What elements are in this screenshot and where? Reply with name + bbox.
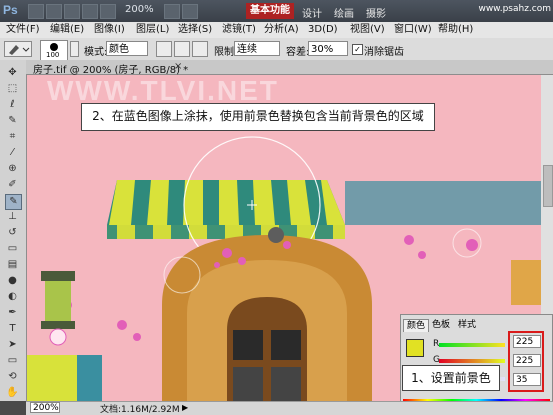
site-watermark: www.psahz.com [478, 4, 551, 14]
close-tab-icon[interactable]: × [174, 61, 182, 72]
tolerance-label: 容差: [286, 47, 310, 58]
brush-tool-icon[interactable]: ✐ [5, 178, 20, 192]
workspace-essentials-button[interactable]: 基本功能 [246, 3, 294, 19]
brush-dropdown-arrow[interactable] [70, 41, 79, 57]
workspace-tab-photography[interactable]: 摄影 [366, 5, 386, 20]
pen-tool-icon[interactable]: ✒ [5, 306, 20, 320]
menu-image[interactable]: 图像(I) [94, 22, 125, 38]
foreground-color-swatch[interactable] [406, 339, 424, 357]
lamp-image [41, 271, 75, 346]
hand-icon[interactable] [82, 4, 98, 19]
brush-size: 100 [46, 51, 60, 59]
hand-tool-icon[interactable]: ✋ [5, 386, 20, 400]
tolerance-input[interactable]: 30% [308, 41, 348, 56]
document-tab[interactable]: 房子.tif @ 200% (房子, RGB/8) * [33, 61, 188, 76]
move-tool-icon[interactable]: ✥ [5, 66, 20, 80]
scrollbar-thumb[interactable] [543, 165, 553, 207]
channel-r-slider[interactable] [439, 343, 505, 347]
eyedropper-tool-icon[interactable]: ⁄ [5, 146, 20, 160]
grid-icon[interactable] [64, 4, 80, 19]
menu-view[interactable]: 视图(V) [350, 22, 385, 38]
brush-dot-icon [50, 43, 58, 51]
menu-help[interactable]: 帮助(H) [438, 22, 473, 38]
rgb-values-red-highlight [508, 331, 544, 392]
mode-select[interactable]: 颜色 [106, 41, 148, 56]
marquee-tool-icon[interactable]: ⬚ [5, 82, 20, 96]
blur-tool-icon[interactable]: ● [5, 274, 20, 288]
antialias-label: 消除锯齿 [364, 47, 404, 58]
menu-filter[interactable]: 滤镜(T) [222, 22, 256, 38]
shape-tool-icon[interactable]: ▭ [5, 354, 20, 368]
gradient-tool-icon[interactable]: ▤ [5, 258, 20, 272]
menu-3d[interactable]: 3D(D) [308, 22, 338, 38]
arched-door-image [162, 227, 372, 401]
sampling-background-icon[interactable] [192, 41, 208, 57]
status-zoom[interactable]: 200% [30, 402, 60, 413]
wood-sign-image [511, 260, 541, 305]
menu-file[interactable]: 文件(F) [6, 22, 40, 38]
menu-select[interactable]: 选择(S) [178, 22, 212, 38]
panel-tab-styles[interactable]: 样式 [455, 319, 479, 331]
brush-picker[interactable]: 100 [40, 40, 68, 61]
antialias-checkbox[interactable]: ✓ [352, 44, 363, 55]
limit-select[interactable]: 连续 [234, 41, 280, 56]
step2-callout: 2、在蓝色图像上涂抹，使用前景色替换包含当前背景色的区域 [81, 103, 435, 131]
tool-preset-picker[interactable] [4, 41, 32, 57]
mode-label: 模式: [84, 47, 108, 58]
zoom-level[interactable]: 200% [125, 4, 154, 15]
color-replacement-tool-icon [9, 45, 30, 55]
dodge-tool-icon[interactable]: ◐ [5, 290, 20, 304]
screen-mode-icon[interactable] [182, 4, 198, 19]
awning-image [107, 180, 541, 239]
3d-rotate-tool-icon[interactable]: ⟲ [5, 370, 20, 384]
history-brush-tool-icon[interactable]: ↺ [5, 226, 20, 240]
menu-analysis[interactable]: 分析(A) [264, 22, 299, 38]
step1-callout: 1、设置前景色 [402, 365, 500, 391]
arrange-documents-icon[interactable] [164, 4, 180, 19]
clone-stamp-tool-icon[interactable]: ⊥ [5, 210, 20, 224]
zoom-tool-icon[interactable] [100, 4, 116, 19]
healing-brush-tool-icon[interactable]: ⊕ [5, 162, 20, 176]
sampling-continuous-icon[interactable] [156, 41, 172, 57]
path-selection-tool-icon[interactable]: ➤ [5, 338, 20, 352]
crop-tool-icon[interactable]: ⌗ [5, 130, 20, 144]
menu-edit[interactable]: 编辑(E) [50, 22, 84, 38]
color-replacement-tool-icon[interactable]: ✎ [5, 194, 22, 210]
menu-layer[interactable]: 图层(L) [136, 22, 169, 38]
panel-tab-swatches[interactable]: 色板 [429, 319, 453, 331]
eraser-tool-icon[interactable]: ▭ [5, 242, 20, 256]
sampling-once-icon[interactable] [174, 41, 190, 57]
status-menu-arrow-icon[interactable]: ▶ [182, 403, 188, 412]
workspace-tab-design[interactable]: 设计 [302, 5, 322, 20]
minibridge-icon[interactable] [46, 4, 62, 19]
quick-select-tool-icon[interactable]: ✎ [5, 114, 20, 128]
channel-g-slider[interactable] [439, 359, 505, 363]
lasso-tool-icon[interactable]: ℓ [5, 98, 20, 112]
type-tool-icon[interactable]: T [5, 322, 20, 336]
menu-window[interactable]: 窗口(W) [394, 22, 432, 38]
bridge-icon[interactable] [28, 4, 44, 19]
status-doc-info: 文档:1.16M/2.92M [100, 405, 180, 415]
workspace-tab-painting[interactable]: 绘画 [334, 5, 354, 20]
photoshop-logo: Ps [3, 3, 18, 17]
panel-tab-color[interactable]: 颜色 [403, 319, 430, 332]
